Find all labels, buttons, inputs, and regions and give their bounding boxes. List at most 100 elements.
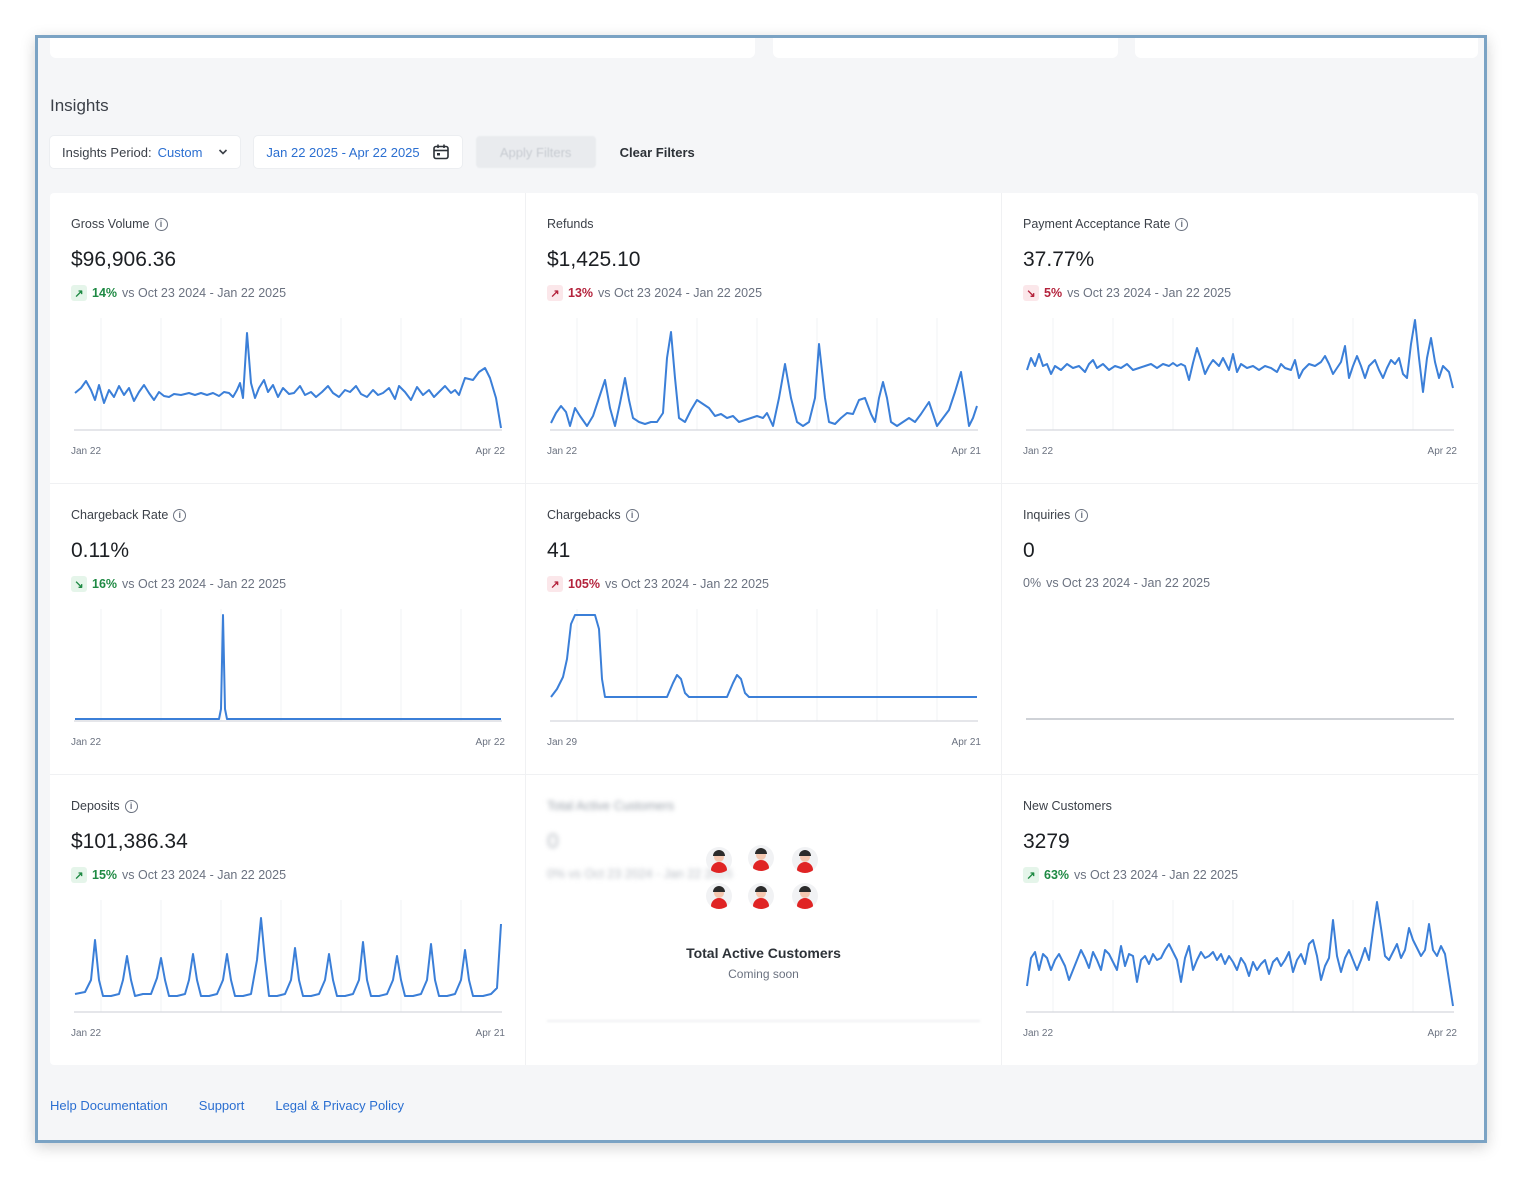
arrow-up-right-icon: ↗: [1023, 867, 1039, 883]
sparkline-chart: Jan 22 Apr 22: [71, 609, 505, 749]
card-label: Chargeback Rate i: [71, 508, 187, 522]
x-tick-end: Apr 21: [951, 737, 981, 748]
page-title: Insights: [50, 96, 109, 115]
x-tick-start: Jan 22: [71, 737, 102, 748]
support-link[interactable]: Support: [199, 1098, 245, 1113]
delta-comparison: vs Oct 23 2024 - Jan 22 2025: [604, 577, 769, 591]
footer-links: Help Documentation Support Legal & Priva…: [50, 1098, 404, 1113]
arrow-down-right-icon: ↘: [71, 576, 87, 592]
card-value-blurred: 0: [547, 830, 559, 853]
delta-row: ↗ 14% vs Oct 23 2024 - Jan 22 2025: [71, 285, 286, 301]
metric-card-new-customers[interactable]: New Customers 3279 ↗ 63% vs Oct 23 2024 …: [1002, 775, 1478, 1065]
card-label: New Customers: [1023, 799, 1112, 813]
x-tick-start: Jan 22: [547, 446, 578, 457]
arrow-down-right-icon: ↘: [1023, 285, 1039, 301]
date-range-value: Jan 22 2025 - Apr 22 2025: [266, 144, 420, 160]
x-tick-start: Jan 29: [547, 737, 578, 748]
card-value: 0: [1023, 539, 1035, 562]
avatar: [748, 883, 774, 909]
sparkline-chart: Jan 29 Apr 21: [547, 609, 981, 749]
top-card: [50, 38, 755, 58]
info-icon[interactable]: i: [173, 508, 187, 522]
info-icon[interactable]: i: [154, 217, 168, 231]
card-label: Chargebacks i: [547, 508, 639, 522]
card-label: Payment Acceptance Rate i: [1023, 217, 1189, 231]
avatar: [706, 883, 732, 909]
x-tick-end: Apr 22: [1427, 1028, 1457, 1039]
avatar: [706, 847, 732, 873]
sparkline: [1026, 900, 1454, 1013]
metric-card-payment-acceptance-rate[interactable]: Payment Acceptance Rate i 37.77% ↘ 5% vs …: [1002, 193, 1478, 484]
delta-row: ↗ 105% vs Oct 23 2024 - Jan 22 2025: [547, 576, 769, 592]
insights-period-select[interactable]: Insights Period: Custom: [50, 136, 241, 168]
sparkline: [74, 609, 502, 722]
card-label-text: Refunds: [547, 217, 594, 231]
info-icon[interactable]: i: [1175, 217, 1189, 231]
metric-card-inquiries[interactable]: Inquiries i 0 0% vs Oct 23 2024 - Jan 22 …: [1002, 484, 1478, 775]
card-label: Refunds: [547, 217, 594, 231]
card-label: Gross Volume i: [71, 217, 168, 231]
clear-filters-button[interactable]: Clear Filters: [614, 145, 701, 160]
card-value: 37.77%: [1023, 248, 1095, 271]
date-range-picker[interactable]: Jan 22 2025 - Apr 22 2025: [254, 136, 462, 168]
info-icon[interactable]: i: [124, 799, 138, 813]
card-label-text: New Customers: [1023, 799, 1112, 813]
apply-filters-button[interactable]: Apply Filters: [475, 136, 596, 168]
delta-row: ↗ 15% vs Oct 23 2024 - Jan 22 2025: [71, 867, 286, 883]
info-icon[interactable]: i: [1075, 508, 1089, 522]
arrow-up-right-icon: ↗: [547, 285, 563, 301]
legal-privacy-link[interactable]: Legal & Privacy Policy: [275, 1098, 404, 1113]
help-documentation-link[interactable]: Help Documentation: [50, 1098, 168, 1113]
delta-percent: 13%: [568, 286, 594, 300]
card-label-blurred: Total Active Customers: [547, 799, 675, 813]
delta-percent: 63%: [1044, 868, 1070, 882]
top-card: [1135, 38, 1478, 58]
arrow-up-right-icon: ↗: [547, 576, 563, 592]
sparkline: [550, 318, 978, 431]
top-cards-strip: [50, 38, 1478, 58]
metric-card-deposits[interactable]: Deposits i $101,386.34 ↗ 15% vs Oct 23 20…: [50, 775, 526, 1065]
delta-row: ↘ 5% vs Oct 23 2024 - Jan 22 2025: [1023, 285, 1231, 301]
delta-comparison: vs Oct 23 2024 - Jan 22 2025: [598, 286, 763, 300]
delta-row: ↘ 16% vs Oct 23 2024 - Jan 22 2025: [71, 576, 286, 592]
sparkline: [1026, 318, 1454, 431]
delta-percent: 105%: [568, 577, 600, 591]
delta-comparison: vs Oct 23 2024 - Jan 22 2025: [122, 868, 287, 882]
chevron-down-icon: [219, 149, 228, 155]
app-window: Insights Insights Period: Custom Jan 22 …: [35, 35, 1487, 1143]
sparkline-chart: Jan 22 Apr 22: [1023, 318, 1457, 458]
info-icon[interactable]: i: [625, 508, 639, 522]
delta-percent: 14%: [92, 286, 118, 300]
delta-comparison: vs Oct 23 2024 - Jan 22 2025: [122, 577, 287, 591]
card-label-text: Payment Acceptance Rate: [1023, 217, 1171, 231]
delta-comparison: vs Oct 23 2024 - Jan 22 2025: [1067, 286, 1232, 300]
delta-row: 0% vs Oct 23 2024 - Jan 22 2025: [1023, 576, 1210, 590]
metric-card-chargeback-rate[interactable]: Chargeback Rate i 0.11% ↘ 16% vs Oct 23 2…: [50, 484, 526, 775]
card-value: 3279: [1023, 830, 1070, 853]
avatar: [792, 847, 818, 873]
metric-card-refunds[interactable]: Refunds $1,425.10 ↗ 13% vs Oct 23 2024 -…: [526, 193, 1002, 484]
delta-percent: 0%: [1023, 576, 1042, 590]
x-tick-start: Jan 22: [1023, 446, 1054, 457]
top-card: [773, 38, 1118, 58]
card-label: Deposits i: [71, 799, 138, 813]
sparkline: [74, 900, 502, 1013]
delta-row: ↗ 13% vs Oct 23 2024 - Jan 22 2025: [547, 285, 762, 301]
sparkline: [1026, 718, 1454, 720]
avatar: [792, 883, 818, 909]
avatar: [748, 845, 774, 871]
x-tick-end: Apr 21: [951, 446, 981, 457]
baseline-blurred: [547, 1020, 980, 1022]
customer-avatars-illustration: [696, 845, 826, 927]
coming-soon-subtitle: Coming soon: [728, 967, 799, 981]
sparkline-chart: Jan 22 Apr 22: [1023, 900, 1457, 1040]
filter-bar: Insights Period: Custom Jan 22 2025 - Ap…: [50, 136, 701, 168]
sparkline-chart: Jan 22 Apr 21: [71, 900, 505, 1040]
metric-card-gross-volume[interactable]: Gross Volume i $96,906.36 ↗ 14% vs Oct 23…: [50, 193, 526, 484]
card-label-text: Deposits: [71, 799, 120, 813]
delta-percent: 15%: [92, 868, 118, 882]
metric-card-chargebacks[interactable]: Chargebacks i 41 ↗ 105% vs Oct 23 2024 - …: [526, 484, 1002, 775]
coming-soon-overlay: Total Active Customers 0 0% vs Oct 23 20…: [526, 775, 1001, 1065]
period-value: Custom: [157, 144, 203, 160]
card-label-text: Inquiries: [1023, 508, 1071, 522]
